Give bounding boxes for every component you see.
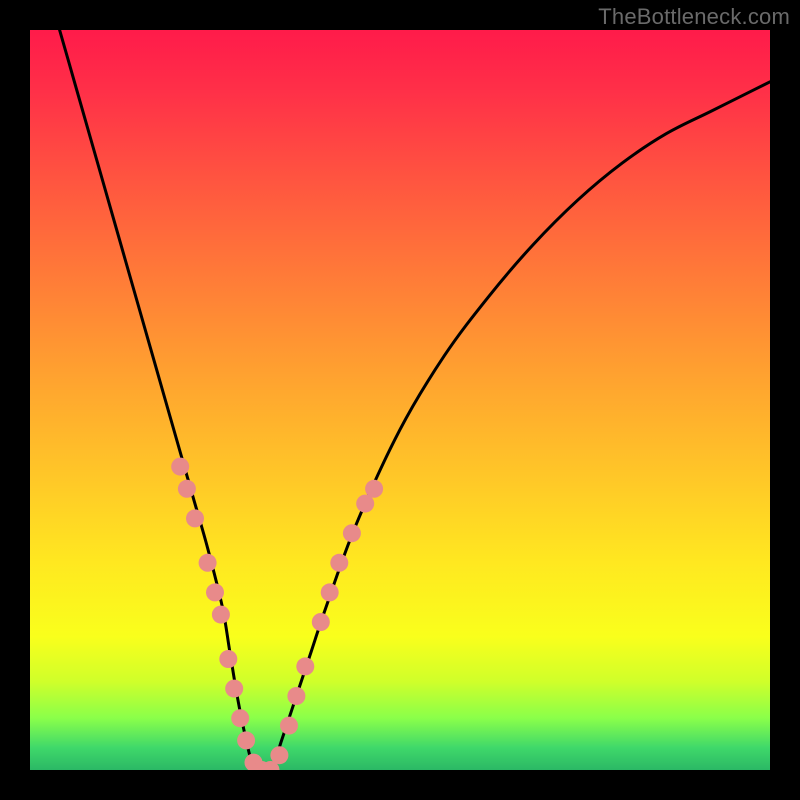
curve-marker bbox=[365, 480, 383, 498]
curve-marker bbox=[287, 687, 305, 705]
chart-svg bbox=[30, 30, 770, 770]
curve-marker bbox=[225, 680, 243, 698]
curve-marker bbox=[270, 746, 288, 764]
chart-frame: TheBottleneck.com bbox=[0, 0, 800, 800]
watermark-label: TheBottleneck.com bbox=[598, 4, 790, 30]
curve-marker bbox=[312, 613, 330, 631]
curve-marker bbox=[321, 583, 339, 601]
curve-marker bbox=[171, 458, 189, 476]
curve-markers bbox=[171, 458, 383, 770]
plot-area bbox=[30, 30, 770, 770]
bottleneck-curve bbox=[60, 30, 770, 770]
curve-marker bbox=[330, 554, 348, 572]
curve-marker bbox=[186, 509, 204, 527]
curve-marker bbox=[237, 731, 255, 749]
curve-marker bbox=[212, 606, 230, 624]
curve-marker bbox=[199, 554, 217, 572]
curve-marker bbox=[178, 480, 196, 498]
curve-marker bbox=[231, 709, 249, 727]
curve-marker bbox=[206, 583, 224, 601]
curve-marker bbox=[343, 524, 361, 542]
curve-marker bbox=[296, 657, 314, 675]
curve-marker bbox=[219, 650, 237, 668]
curve-marker bbox=[280, 717, 298, 735]
